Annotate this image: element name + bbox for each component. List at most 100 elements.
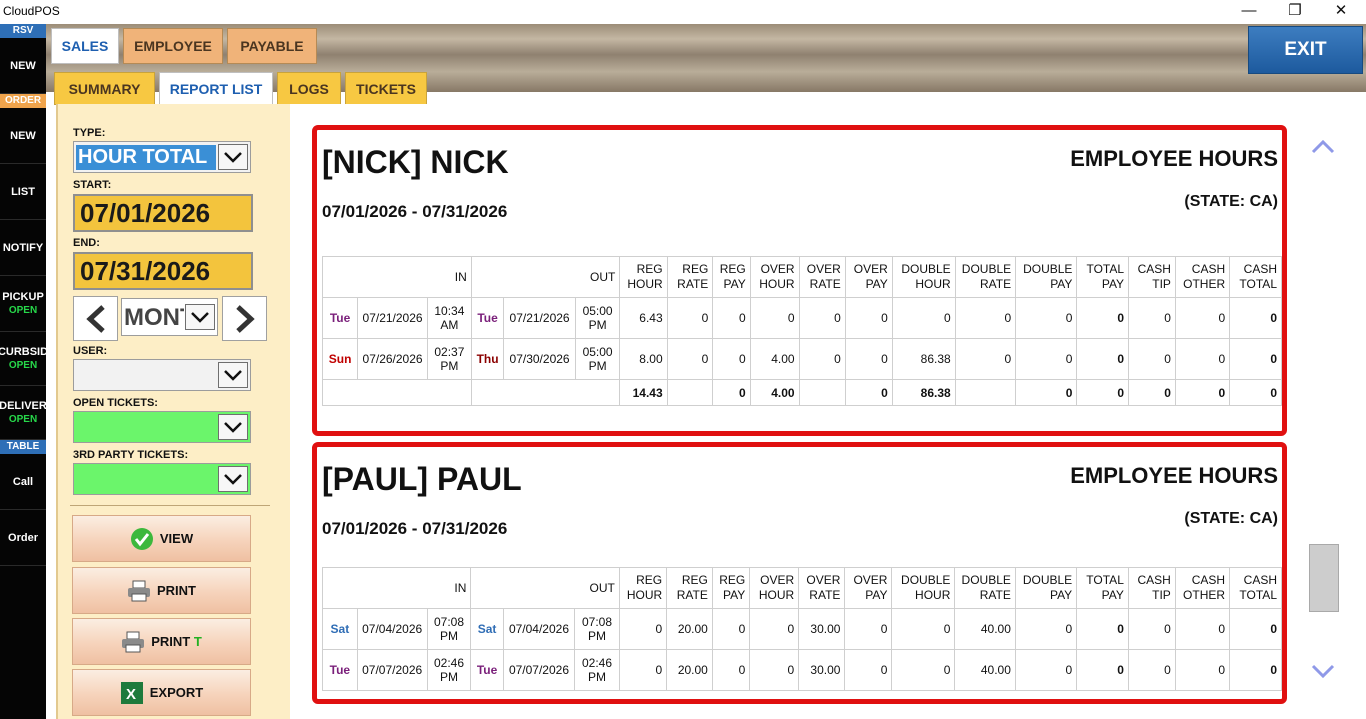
section-rsv: RSV xyxy=(0,24,46,38)
scroll-up-icon[interactable] xyxy=(1311,138,1335,154)
tab-tickets[interactable]: TICKETS xyxy=(345,72,427,105)
double-rate: 0 xyxy=(954,338,1017,380)
third-party-select[interactable] xyxy=(73,463,251,495)
period-select[interactable]: MONTH xyxy=(121,298,218,336)
cash-total: 0 xyxy=(1229,608,1282,650)
tab-logs[interactable]: LOGS xyxy=(277,72,341,105)
col-double-hour: DOUBLE HOUR xyxy=(891,256,956,298)
col-over-hour: OVER HOUR xyxy=(749,567,800,609)
out-day: Thu xyxy=(470,338,505,380)
out-date: 07/04/2026 xyxy=(502,608,576,650)
reg-pay: 0 xyxy=(711,649,751,691)
out-day: Tue xyxy=(470,297,505,339)
delivery-button[interactable]: DELIVER OPEN xyxy=(0,386,47,440)
total-reg-pay: 0 xyxy=(712,379,751,406)
employee-card: [NICK] NICK 07/01/2026 - 07/31/2026 EMPL… xyxy=(312,125,1287,436)
scrollbar-thumb[interactable] xyxy=(1309,544,1339,612)
next-period-button[interactable] xyxy=(222,296,267,341)
title-bar: CloudPOS — ❐ ✕ xyxy=(0,0,1366,24)
out-date: 07/30/2026 xyxy=(503,338,576,380)
chevron-down-icon[interactable] xyxy=(185,304,215,330)
double-pay: 0 xyxy=(1014,649,1078,691)
tab-report-list[interactable]: REPORT LIST xyxy=(159,72,273,105)
pickup-status: OPEN xyxy=(8,304,38,316)
col-reg-pay: REG PAY xyxy=(712,256,751,298)
chevron-down-icon[interactable] xyxy=(218,144,248,170)
chevron-down-icon[interactable] xyxy=(218,362,248,388)
date-range: 07/01/2026 - 07/31/2026 xyxy=(322,202,508,221)
export-button[interactable]: X EXPORT xyxy=(72,669,251,716)
table-row: Tue 07/21/2026 10:34 AM Tue 07/21/2026 0… xyxy=(321,297,1282,339)
over-pay: 0 xyxy=(844,649,893,691)
total-pay: 0 xyxy=(1076,338,1130,380)
end-date-field[interactable]: 07/31/2026 xyxy=(73,252,253,290)
order-list-button[interactable]: LIST xyxy=(0,164,46,220)
tab-sales[interactable]: SALES xyxy=(51,28,119,64)
printer-icon xyxy=(128,580,150,601)
state-label: (STATE: CA) xyxy=(1184,193,1278,210)
total-double-hour: 86.38 xyxy=(891,379,956,406)
scroll-down-icon[interactable] xyxy=(1311,664,1335,680)
open-tickets-select[interactable] xyxy=(73,411,251,443)
in-time: 02:37 PM xyxy=(426,338,472,380)
report-content: [NICK] NICK 07/01/2026 - 07/31/2026 EMPL… xyxy=(290,104,1361,719)
type-label: TYPE: xyxy=(73,127,106,139)
reg-pay: 0 xyxy=(711,608,751,650)
in-time: 07:08 PM xyxy=(426,608,472,650)
double-hour: 0 xyxy=(891,649,956,691)
curbside-status: OPEN xyxy=(8,359,38,371)
cash-tip: 0 xyxy=(1128,338,1176,380)
vertical-scrollbar[interactable] xyxy=(1307,134,1339,689)
view-button[interactable]: VIEW xyxy=(72,515,251,562)
cash-total: 0 xyxy=(1229,338,1282,380)
pickup-button[interactable]: PICKUP OPEN xyxy=(0,276,46,332)
rsv-new-button[interactable]: NEW xyxy=(0,38,46,94)
over-rate: 0 xyxy=(798,338,846,380)
in-day: Sat xyxy=(322,608,358,650)
col-cash-other: CASH OTHER xyxy=(1174,567,1231,609)
order-button[interactable]: Order xyxy=(0,510,46,566)
maximize-button[interactable]: ❐ xyxy=(1272,0,1318,22)
report-title: EMPLOYEE HOURS xyxy=(1070,463,1278,488)
reg-hour: 0 xyxy=(618,649,668,691)
type-select[interactable]: HOUR TOTAL xyxy=(73,141,251,173)
end-label: END: xyxy=(73,237,100,249)
exit-button[interactable]: EXIT xyxy=(1248,26,1363,74)
total-double-pay: 0 xyxy=(1015,379,1078,406)
cash-total: 0 xyxy=(1229,649,1282,691)
start-date-field[interactable]: 07/01/2026 xyxy=(73,194,253,232)
over-rate: 0 xyxy=(798,297,846,339)
chevron-down-icon[interactable] xyxy=(218,414,248,440)
over-hour: 0 xyxy=(749,649,800,691)
out-date: 07/07/2026 xyxy=(502,649,576,691)
cash-other: 0 xyxy=(1174,649,1231,691)
col-in: IN xyxy=(322,256,472,298)
col-over-pay: OVER PAY xyxy=(844,256,893,298)
in-date: 07/26/2026 xyxy=(357,338,428,380)
chevron-right-icon xyxy=(235,304,255,333)
previous-period-button[interactable] xyxy=(73,296,118,341)
tab-payable[interactable]: PAYABLE xyxy=(227,28,317,64)
tab-summary[interactable]: SUMMARY xyxy=(54,72,155,105)
notify-button[interactable]: NOTIFY xyxy=(0,220,46,276)
col-cash-total: CASH TOTAL xyxy=(1229,256,1282,298)
type-value: HOUR TOTAL xyxy=(76,145,216,170)
user-select[interactable] xyxy=(73,359,251,391)
out-day: Sat xyxy=(470,608,504,650)
tab-employee[interactable]: EMPLOYEE xyxy=(123,28,223,64)
in-day: Sun xyxy=(321,338,359,380)
print-ticket-button[interactable]: PRINT T xyxy=(72,618,251,665)
in-date: 07/21/2026 xyxy=(357,297,428,339)
call-button[interactable]: Call xyxy=(0,454,46,510)
hours-table: IN OUT REG HOUR REG RATE REG PAY OVER HO… xyxy=(321,256,1282,406)
col-cash-other: CASH OTHER xyxy=(1174,256,1231,298)
close-window-button[interactable]: ✕ xyxy=(1318,0,1364,22)
curbside-button[interactable]: CURBSID OPEN xyxy=(0,332,48,386)
print-button[interactable]: PRINT xyxy=(72,567,251,614)
order-new-button[interactable]: NEW xyxy=(0,108,46,164)
minimize-button[interactable]: — xyxy=(1226,0,1272,22)
filter-panel: TYPE: HOUR TOTAL START: 07/01/2026 END: … xyxy=(56,104,290,719)
employee-name: [PAUL] PAUL xyxy=(322,461,522,497)
chevron-down-icon[interactable] xyxy=(218,466,248,492)
col-double-rate: DOUBLE RATE xyxy=(954,256,1017,298)
